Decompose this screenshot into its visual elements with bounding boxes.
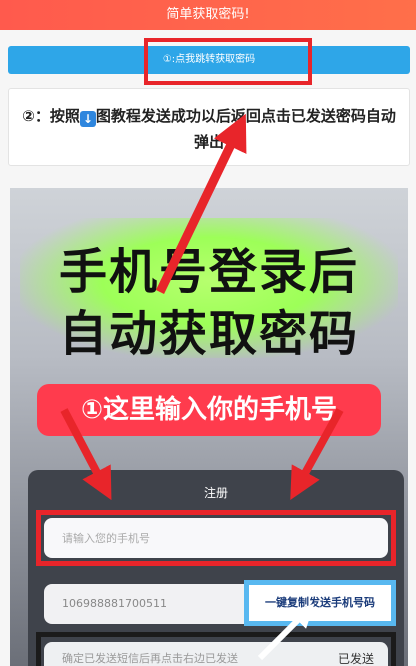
tutorial-step-label: ①这里输入你的手机号 <box>37 384 381 436</box>
jump-to-password-button[interactable]: ①:点我跳转获取密码 <box>8 46 410 74</box>
phone-number-input[interactable] <box>44 518 388 558</box>
header-title: 简单获取密码! <box>0 0 416 30</box>
copy-send-number-button[interactable]: 一键复制发送手机号码 <box>244 580 396 626</box>
page-body: ①:点我跳转获取密码 ②：按照 ↓ 图教程发送成功以后返回点击已发送密码自动弹出 手… <box>0 30 416 666</box>
instruction-suffix: 图教程发送成功以后返回点击已发送密码自动弹出 <box>95 107 396 151</box>
tutorial-headline-1: 手机号登录后 <box>58 244 359 300</box>
down-arrow-icon: ↓ <box>79 111 96 127</box>
tutorial-headline-2: 自动获取密码 <box>58 306 359 362</box>
sent-button[interactable]: 已发送 <box>338 650 374 666</box>
confirm-text: 确定已发送短信后再点击右边已发送 <box>62 652 238 665</box>
panel-title: 注册 <box>203 486 228 500</box>
register-panel: 注册 106988881700511 一键复制发送手机号码 确定已发送短信后再点… <box>28 470 404 666</box>
instruction-prefix: ②：按照 <box>22 107 80 125</box>
instruction-box: ②：按照 ↓ 图教程发送成功以后返回点击已发送密码自动弹出 <box>8 88 410 166</box>
sms-number: 106988881700511 <box>62 597 167 610</box>
confirm-row: 确定已发送短信后再点击右边已发送 已发送 <box>44 642 388 666</box>
sms-number-row: 106988881700511 一键复制发送手机号码 <box>44 580 396 626</box>
tutorial-image: 手机号登录后 自动获取密码 ①这里输入你的手机号 注册 106988881700… <box>10 188 408 666</box>
